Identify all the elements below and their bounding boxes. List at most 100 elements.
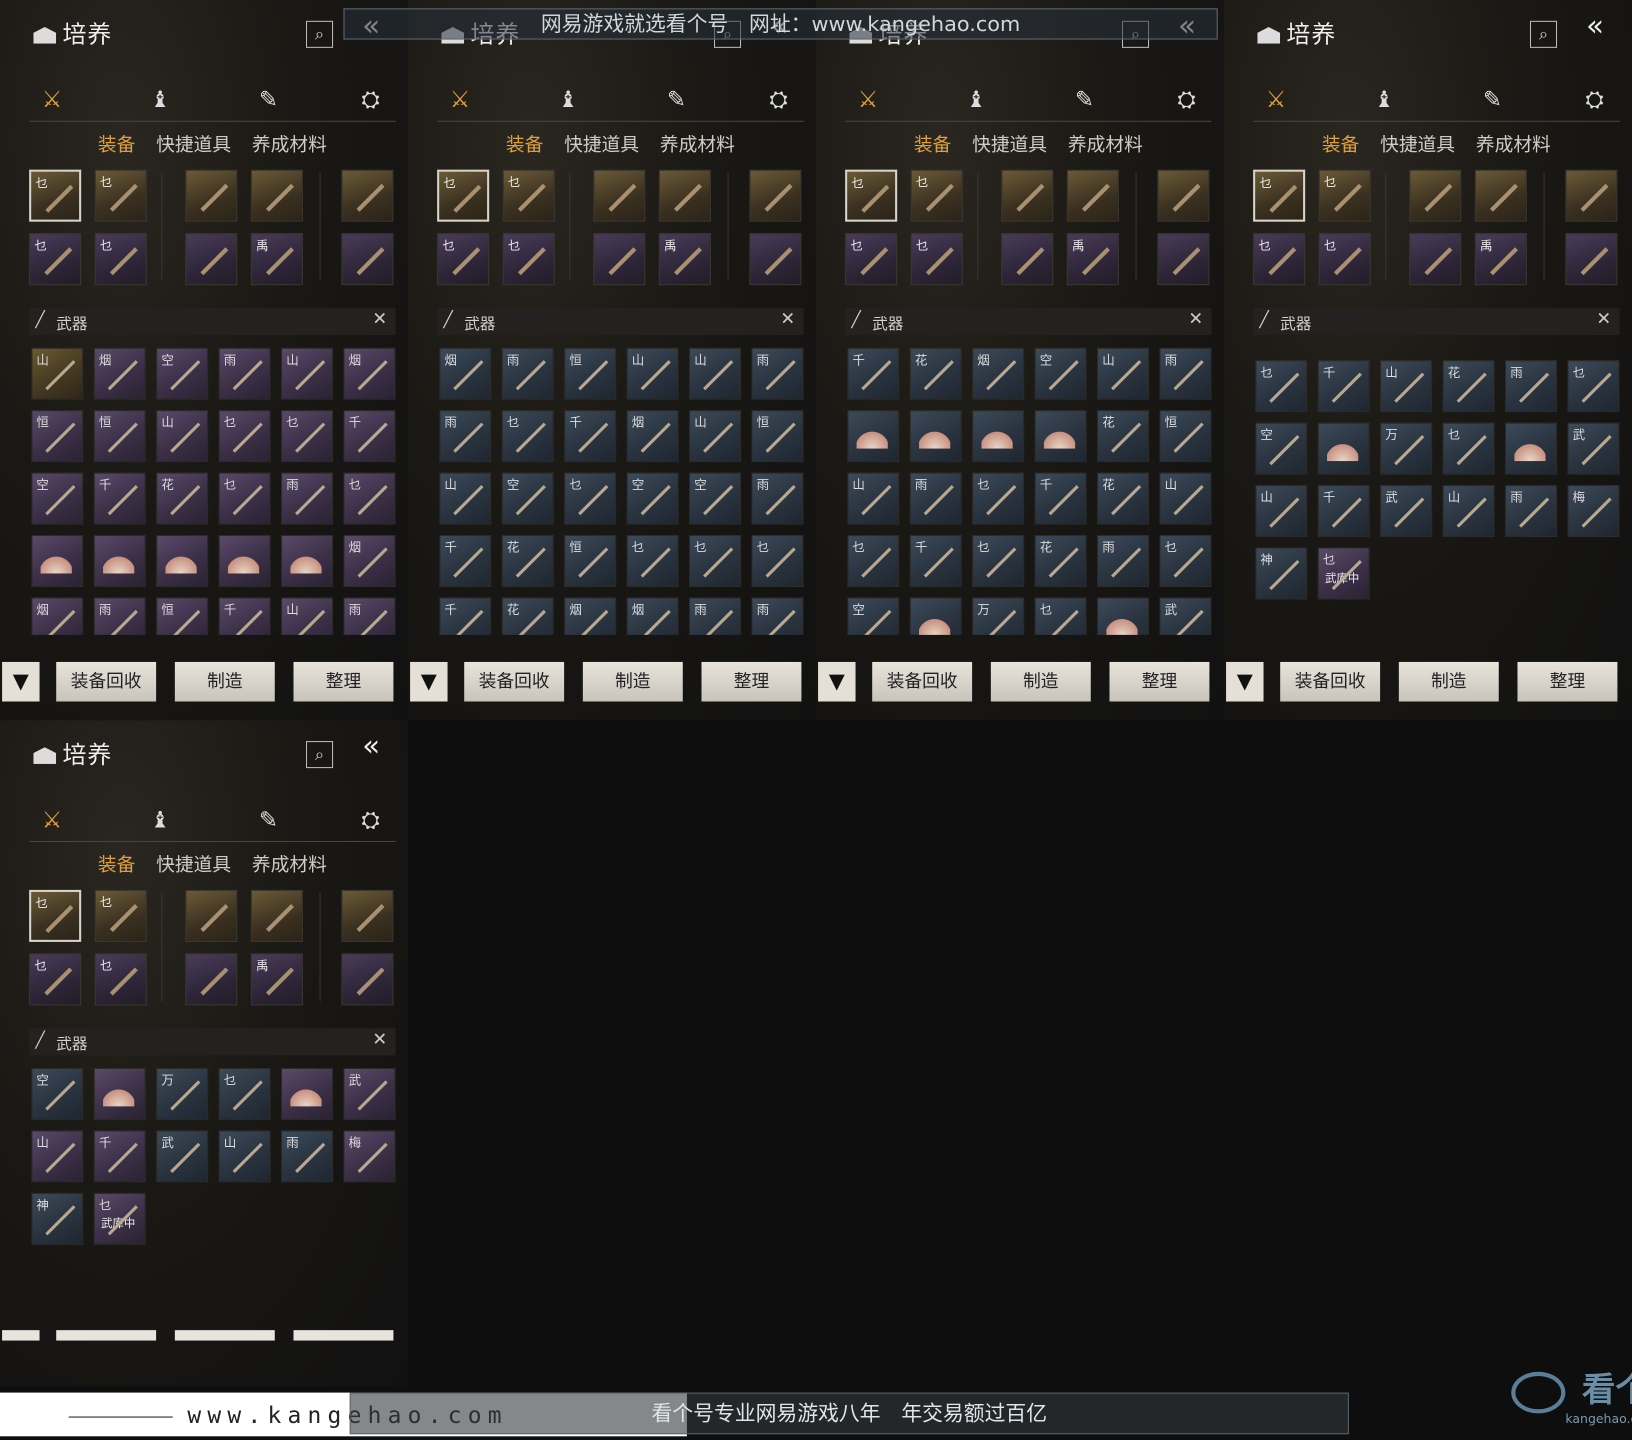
equipped-slot[interactable]: [341, 953, 394, 1006]
weapon-item[interactable]: 雨: [1159, 347, 1212, 400]
equipped-slot[interactable]: [1001, 233, 1054, 286]
weapon-item[interactable]: 山: [31, 1130, 84, 1183]
action-button-2[interactable]: 整理: [293, 661, 394, 702]
collapse-icon[interactable]: «: [362, 729, 380, 763]
weapon-item[interactable]: [1034, 410, 1087, 463]
search-icon[interactable]: ⌕: [305, 20, 334, 48]
weapon-item[interactable]: [93, 1067, 146, 1120]
weapon-item[interactable]: 空: [156, 347, 209, 400]
weapon-item[interactable]: 武: [1380, 485, 1433, 538]
weapon-item[interactable]: 武: [1567, 422, 1620, 475]
equipped-slot[interactable]: 乜: [502, 233, 555, 286]
close-icon[interactable]: ✕: [372, 309, 387, 330]
equipped-slot[interactable]: 乜: [910, 169, 963, 222]
weapon-item[interactable]: 万: [156, 1067, 209, 1120]
weapon-item[interactable]: 恒: [156, 597, 209, 635]
weapon-item[interactable]: 雨: [93, 597, 146, 635]
weapon-item[interactable]: 神: [31, 1192, 84, 1245]
equipped-slot[interactable]: 乜: [1253, 233, 1306, 286]
weapon-item[interactable]: 雨: [751, 472, 804, 525]
subtab-0[interactable]: 装备: [98, 850, 135, 877]
equipped-slot[interactable]: [1474, 169, 1527, 222]
weapon-item[interactable]: [156, 534, 209, 588]
category-tab-0-icon[interactable]: ⚔: [853, 85, 882, 116]
action-button-1[interactable]: 制造: [990, 661, 1091, 702]
weapon-item[interactable]: 千: [847, 347, 900, 400]
equipped-slot[interactable]: 乜: [1253, 169, 1306, 222]
equipped-slot[interactable]: [185, 953, 238, 1006]
action-button-0[interactable]: 装备回收: [1280, 661, 1381, 702]
weapon-item[interactable]: 武: [156, 1130, 209, 1183]
weapon-item[interactable]: 山: [281, 597, 334, 635]
collapse-icon[interactable]: «: [770, 8, 788, 42]
category-tab-3-icon[interactable]: ⛭: [1172, 85, 1201, 116]
weapon-item[interactable]: 乜: [972, 534, 1025, 588]
subtab-1[interactable]: 快捷道具: [156, 130, 231, 157]
weapon-item[interactable]: 雨: [1504, 485, 1558, 538]
weapon-item[interactable]: 烟: [93, 347, 146, 400]
weapon-item[interactable]: [972, 410, 1025, 463]
weapon-item[interactable]: 武: [1159, 597, 1212, 635]
equipped-slot[interactable]: [749, 169, 802, 222]
subtab-2[interactable]: 养成材料: [252, 850, 327, 877]
weapon-item[interactable]: 雨: [501, 347, 554, 400]
weapon-item[interactable]: [281, 1067, 334, 1120]
weapon-item[interactable]: 空: [626, 472, 679, 525]
equipped-slot[interactable]: 乜: [502, 169, 555, 222]
weapon-item[interactable]: 乜: [847, 534, 900, 588]
subtab-0[interactable]: 装备: [98, 130, 135, 157]
weapon-item[interactable]: [218, 534, 271, 588]
weapon-item[interactable]: 恒: [93, 410, 146, 463]
weapon-item[interactable]: 雨: [281, 1130, 334, 1183]
weapon-item[interactable]: 空: [847, 597, 900, 635]
search-icon[interactable]: ⌕: [305, 741, 334, 769]
equipped-slot[interactable]: 乜: [29, 233, 82, 286]
weapon-item[interactable]: 山: [156, 410, 209, 463]
weapon-item[interactable]: 千: [1034, 472, 1087, 525]
equipped-slot[interactable]: [1409, 169, 1462, 222]
weapon-item[interactable]: 雨: [751, 347, 804, 400]
subtab-1[interactable]: 快捷道具: [1380, 130, 1455, 157]
weapon-item[interactable]: 乜: [1255, 360, 1308, 413]
collapse-icon[interactable]: «: [1586, 8, 1604, 42]
weapon-item[interactable]: 烟: [31, 597, 84, 635]
equipped-slot[interactable]: 乜: [845, 233, 898, 286]
equipped-slot[interactable]: [749, 233, 802, 286]
weapon-item[interactable]: [909, 410, 962, 463]
equipped-slot[interactable]: 乜: [437, 233, 490, 286]
weapon-item[interactable]: 雨: [751, 597, 804, 635]
weapon-item[interactable]: [909, 597, 962, 635]
equipped-slot[interactable]: [1066, 169, 1119, 222]
subtab-2[interactable]: 养成材料: [660, 130, 735, 157]
weapon-item[interactable]: 花: [501, 534, 554, 588]
weapon-item[interactable]: 千: [439, 597, 492, 635]
action-button-2[interactable]: 整理: [1517, 661, 1618, 702]
weapon-item[interactable]: 烟: [343, 534, 396, 588]
category-tab-2-icon[interactable]: ✎: [254, 806, 283, 837]
equipped-slot[interactable]: [341, 233, 394, 286]
weapon-item[interactable]: 千: [1317, 485, 1370, 538]
subtab-1[interactable]: 快捷道具: [972, 130, 1047, 157]
category-tab-2-icon[interactable]: ✎: [1070, 85, 1099, 116]
category-tab-1-icon[interactable]: ♝: [554, 85, 583, 116]
weapon-item[interactable]: 乜: [972, 472, 1025, 525]
weapon-item[interactable]: 梅: [1567, 485, 1620, 538]
close-icon[interactable]: ✕: [1188, 309, 1203, 330]
equipped-slot[interactable]: 乜: [1318, 233, 1371, 286]
equipped-slot[interactable]: 禹: [658, 233, 711, 286]
category-tab-2-icon[interactable]: ✎: [662, 85, 691, 116]
action-button-1[interactable]: 制造: [1398, 661, 1499, 702]
weapon-item[interactable]: 乜: [1034, 597, 1087, 635]
subtab-0[interactable]: 装备: [1322, 130, 1359, 157]
equipped-slot[interactable]: [593, 169, 646, 222]
weapon-item[interactable]: 花: [1097, 410, 1150, 463]
equipped-slot[interactable]: 乜: [910, 233, 963, 286]
weapon-item[interactable]: 雨: [281, 472, 334, 525]
weapon-item[interactable]: 雨: [1097, 534, 1150, 588]
action-button-2[interactable]: 整理: [701, 661, 802, 702]
weapon-item[interactable]: 千: [909, 534, 962, 588]
filter-button[interactable]: ▼: [818, 661, 856, 702]
search-icon[interactable]: ⌕: [1529, 20, 1558, 48]
weapon-item[interactable]: [1317, 422, 1370, 475]
subtab-2[interactable]: 养成材料: [1476, 130, 1551, 157]
